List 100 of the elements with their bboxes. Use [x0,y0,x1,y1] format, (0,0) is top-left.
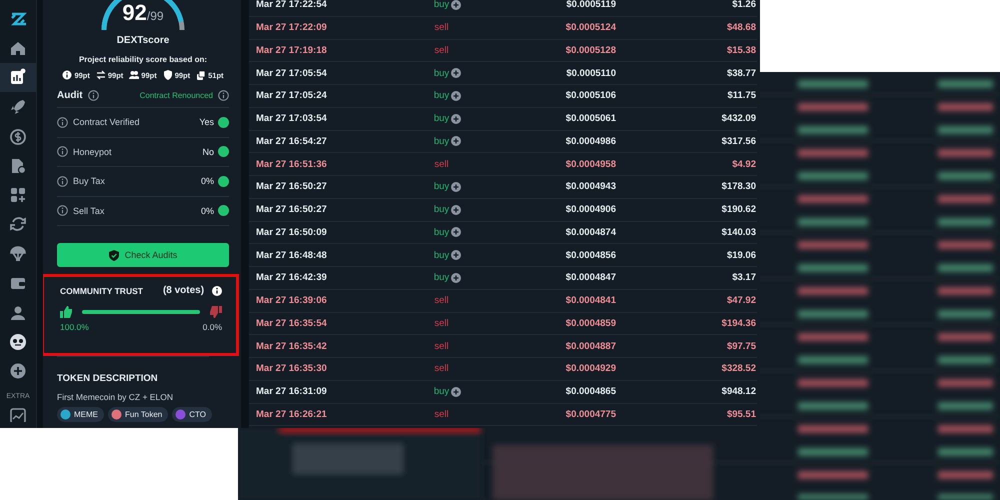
trade-time: Mar 27 16:39:06 [256,295,328,306]
users-icon [129,70,140,80]
trade-time: Mar 27 17:05:54 [256,68,328,79]
shield-icon [162,70,173,80]
trade-price: $0.0004874 [564,226,616,238]
add-icon[interactable] [451,227,462,238]
trade-total: $190.62 [720,204,756,216]
trade-price: $0.0005110 [565,68,616,79]
trade-time: Mar 27 16:50:09 [256,226,328,238]
info-icon[interactable] [57,205,68,216]
dollar-icon [9,127,27,146]
check-audits-button[interactable]: Check Audits [57,243,229,267]
parachute-icon [9,244,27,263]
trade-time: Mar 27 16:54:27 [256,136,328,147]
add-icon[interactable] [451,114,462,124]
add-icon[interactable] [451,182,462,192]
trade-price: $0.0004943 [564,181,616,192]
trade-price: $0.0004958 [564,158,616,170]
trade-price: $0.0004841 [564,295,616,306]
vote-count: (8 votes) [162,285,204,296]
add-icon[interactable] [451,204,462,215]
add-icon[interactable] [451,136,462,146]
trade-total: $15.38 [726,44,756,56]
audit-value: 0% [200,206,214,216]
token-tag: CTO [172,407,212,422]
add-icon[interactable] [451,0,462,10]
add-icon[interactable] [451,90,462,101]
info-icon[interactable] [88,90,99,101]
trade-price: $0.0005061 [564,113,616,124]
trade-type: buy [434,0,450,10]
sidebar-item[interactable] [0,62,36,92]
add-icon[interactable] [451,68,462,78]
trade-time: Mar 27 16:42:39 [256,272,328,284]
audit-label: Sell Tax [73,206,106,216]
add-icon[interactable] [451,386,462,397]
trade-price: $0.0004906 [564,204,616,216]
trade-type: sell [434,44,449,56]
trade-time: Mar 27 16:50:27 [256,181,328,192]
trade-time: Mar 27 16:48:48 [256,250,328,261]
thumbs-up-icon[interactable] [60,306,72,318]
trade-price: $0.0005124 [564,22,616,34]
add-icon[interactable] [451,272,462,283]
trade-time: Mar 27 16:26:21 [256,408,328,420]
token-tag: MEME [57,407,104,422]
trade-price: $0.0004865 [564,386,616,398]
score-title: DEXTscore [116,35,170,46]
add-icon[interactable] [451,250,462,260]
upvote-percent: 100.0% [60,322,89,332]
info-icon [62,70,72,80]
trade-type: buy [434,386,450,398]
trade-time: Mar 27 17:03:54 [256,113,328,124]
audit-label: Contract Verified [73,117,141,128]
trade-time: Mar 27 16:51:36 [256,158,328,170]
info-icon[interactable] [218,90,229,101]
trade-type: sell [434,318,449,329]
info-icon[interactable] [57,116,68,128]
trade-price: $0.0004887 [564,340,616,352]
document-icon [9,156,27,175]
trade-time: Mar 27 16:35:42 [256,340,328,352]
rocket-icon [9,98,27,116]
trade-price: $0.0004775 [564,408,616,420]
analytics-icon[interactable] [10,408,26,422]
trade-price: $0.0004929 [564,363,616,374]
shield-check-icon [108,250,119,260]
trade-time: Mar 27 16:35:54 [256,318,328,329]
trade-total: $95.51 [726,408,756,420]
trade-type: buy [434,226,450,238]
trade-total: $4.92 [731,158,756,170]
audit-value: 0% [200,176,214,186]
token-description: First Memecoin by CZ + ELON [57,392,174,402]
trade-time: Mar 27 17:22:54 [256,0,328,10]
trade-price: $0.0004847 [564,272,616,284]
trade-total: $328.52 [720,363,756,374]
trade-time: Mar 27 17:19:18 [256,44,328,56]
trade-type: sell [434,22,449,34]
info-icon[interactable] [57,176,68,187]
trade-type: buy [434,250,450,261]
trade-time: Mar 27 16:35:30 [256,363,328,374]
trade-type: sell [434,158,449,170]
info-icon[interactable] [212,286,222,296]
trade-total: $432.09 [720,113,756,124]
trade-total: $47.92 [726,295,756,306]
trade-type: buy [434,90,450,102]
info-icon[interactable] [57,146,68,158]
add-icon [9,362,27,380]
trade-total: $97.75 [726,340,756,352]
trade-price: $0.0005128 [564,44,616,56]
trade-type: sell [434,295,449,306]
thumbs-down-icon[interactable] [210,306,222,318]
trade-total: $19.06 [726,250,756,261]
trade-type: sell [434,363,449,374]
trade-total: $1.26 [731,0,756,10]
audit-title: Audit [57,90,83,101]
trade-type: buy [434,68,450,79]
trade-price: $0.0005119 [565,0,616,10]
trade-price: $0.0004986 [564,136,616,147]
trade-total: $140.03 [720,226,756,238]
trade-type: buy [434,181,450,192]
swap-icon [9,215,27,234]
trade-type: sell [434,408,449,420]
